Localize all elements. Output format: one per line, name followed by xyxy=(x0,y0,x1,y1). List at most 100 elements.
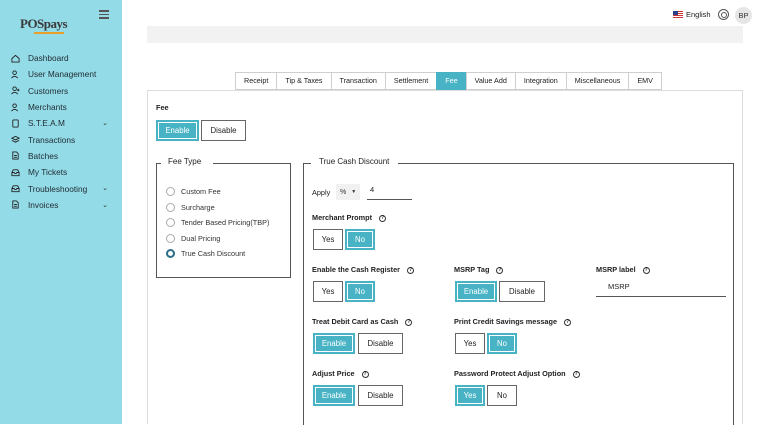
chevron-down-icon: ⌄ xyxy=(102,120,108,128)
adjust-price-enable-button[interactable]: Enable xyxy=(313,385,355,406)
settings-tabs: Receipt Tip & Taxes Transaction Settleme… xyxy=(235,72,662,90)
user-plus-icon xyxy=(11,86,20,95)
radio-button[interactable] xyxy=(166,187,175,196)
password-protect-label: Password Protect Adjust Option? xyxy=(454,369,580,378)
apply-unit-value: % xyxy=(340,188,347,196)
apply-value-input[interactable]: 4 xyxy=(367,185,412,200)
sidebar-item-transactions[interactable]: Transactions xyxy=(0,131,122,147)
sidebar-item-my-tickets[interactable]: My Tickets xyxy=(0,164,122,180)
true-cash-discount-legend: True Cash Discount xyxy=(316,157,393,166)
merchant-prompt-yes-button[interactable]: Yes xyxy=(313,229,343,250)
print-credit-no-button[interactable]: No xyxy=(487,333,517,354)
help-icon[interactable]: ? xyxy=(564,318,572,326)
hamburger-menu-icon[interactable] xyxy=(99,10,109,19)
sidebar-item-label: S.T.E.A.M xyxy=(28,118,65,129)
tab-transaction[interactable]: Transaction xyxy=(330,72,385,90)
tab-receipt[interactable]: Receipt xyxy=(235,72,277,90)
header-strip xyxy=(147,26,743,43)
sidebar-item-label: Dashboard xyxy=(28,53,69,64)
logo-text: POSpays xyxy=(20,16,68,31)
tab-tip-taxes[interactable]: Tip & Taxes xyxy=(276,72,331,90)
msrp-tag-enable-button[interactable]: Enable xyxy=(455,281,497,302)
tab-settlement[interactable]: Settlement xyxy=(384,72,437,90)
merchant-prompt-no-button[interactable]: No xyxy=(345,229,375,250)
tablet-icon xyxy=(12,119,19,128)
radio-button[interactable] xyxy=(166,218,175,227)
treat-debit-disable-button[interactable]: Disable xyxy=(358,333,403,354)
sidebar-item-steam[interactable]: S.T.E.A.M ⌄ xyxy=(0,115,122,131)
sidebar-item-label: User Management xyxy=(28,69,97,80)
caret-down-icon: ▼ xyxy=(351,189,357,195)
users-icon xyxy=(11,70,19,79)
msrp-tag-disable-button[interactable]: Disable xyxy=(499,281,545,302)
radio-tbp[interactable]: Tender Based Pricing(TBP) xyxy=(166,218,269,227)
sidebar-item-label: Customers xyxy=(28,85,69,96)
tab-miscellaneous[interactable]: Miscellaneous xyxy=(565,72,629,90)
treat-debit-enable-button[interactable]: Enable xyxy=(313,333,355,354)
sidebar-item-label: Transactions xyxy=(28,134,76,145)
password-protect-yes-button[interactable]: Yes xyxy=(455,385,485,406)
radio-custom-fee[interactable]: Custom Fee xyxy=(166,187,221,196)
radio-surcharge[interactable]: Surcharge xyxy=(166,203,215,212)
help-icon[interactable]: ? xyxy=(407,266,414,274)
fee-title: Fee xyxy=(156,103,169,112)
sidebar-item-troubleshooting[interactable]: Troubleshooting ⌄ xyxy=(0,180,122,196)
tab-fee[interactable]: Fee xyxy=(436,72,466,90)
pospays-logo[interactable]: POSpays xyxy=(10,10,80,36)
merchant-prompt-label: Merchant Prompt? xyxy=(312,213,387,222)
fee-type-legend: Fee Type xyxy=(165,157,205,166)
sidebar-item-label: Invoices xyxy=(28,199,59,210)
help-icon[interactable]: ? xyxy=(405,318,413,326)
radio-label: Dual Pricing xyxy=(181,234,221,243)
chevron-down-icon: ⌄ xyxy=(102,201,108,209)
sidebar: POSpays Dashboard User Management Custom… xyxy=(0,0,122,424)
radio-dual-pricing[interactable]: Dual Pricing xyxy=(166,234,220,243)
language-selector[interactable]: English xyxy=(673,10,711,19)
password-protect-no-button[interactable]: No xyxy=(487,385,517,406)
help-icon[interactable]: ? xyxy=(642,266,650,274)
help-icon[interactable]: ? xyxy=(496,266,504,274)
fee-enable-button[interactable]: Enable xyxy=(156,120,199,141)
radio-label: True Cash Discount xyxy=(181,249,246,258)
tab-value-add[interactable]: Value Add xyxy=(465,72,515,90)
chevron-down-icon: ⌄ xyxy=(102,185,108,193)
sidebar-item-label: Troubleshooting xyxy=(28,183,88,194)
adjust-price-label: Adjust Price? xyxy=(312,369,369,378)
tab-integration[interactable]: Integration xyxy=(514,72,566,90)
sidebar-item-label: Batches xyxy=(28,150,58,161)
radio-label: Surcharge xyxy=(181,203,215,212)
cash-register-no-button[interactable]: No xyxy=(345,281,375,302)
radio-true-cash-discount[interactable]: True Cash Discount xyxy=(166,249,245,258)
help-icon[interactable]: ? xyxy=(379,214,387,222)
radio-label: Custom Fee xyxy=(181,187,221,196)
help-icon[interactable]: ? xyxy=(572,370,580,378)
language-label: English xyxy=(686,10,711,19)
print-credit-yes-button[interactable]: Yes xyxy=(455,333,485,354)
msrp-label-label: MSRP label? xyxy=(596,265,650,274)
cash-register-yes-button[interactable]: Yes xyxy=(313,281,343,302)
apply-unit-select[interactable]: % ▼ xyxy=(336,184,360,200)
sidebar-item-merchants[interactable]: Merchants xyxy=(0,99,122,115)
sidebar-item-invoices[interactable]: Invoices ⌄ xyxy=(0,197,122,213)
gear-icon[interactable] xyxy=(718,9,729,20)
radio-button-selected[interactable] xyxy=(166,249,175,258)
sidebar-item-batches[interactable]: Batches xyxy=(0,148,122,164)
fee-type-fieldset: Fee Type Custom Fee Surcharge Tender Bas… xyxy=(156,157,291,278)
sidebar-item-customers[interactable]: Customers xyxy=(0,83,122,99)
sidebar-item-user-management[interactable]: User Management xyxy=(0,66,122,82)
tab-emv[interactable]: EMV xyxy=(628,72,662,90)
radio-button[interactable] xyxy=(166,234,175,243)
avatar[interactable]: BP xyxy=(735,7,752,24)
adjust-price-disable-button[interactable]: Disable xyxy=(358,385,403,406)
radio-label: Tender Based Pricing(TBP) xyxy=(181,218,270,227)
help-icon[interactable]: ? xyxy=(361,370,369,378)
msrp-tag-label: MSRP Tag? xyxy=(454,265,504,274)
msrp-label-input[interactable]: MSRP xyxy=(596,282,726,297)
document-icon xyxy=(12,200,19,209)
enable-cash-register-label: Enable the Cash Register? xyxy=(312,265,414,274)
sidebar-item-dashboard[interactable]: Dashboard xyxy=(0,50,122,66)
radio-button[interactable] xyxy=(166,203,175,212)
home-icon xyxy=(11,54,20,63)
apply-label: Apply xyxy=(312,188,331,197)
fee-disable-button[interactable]: Disable xyxy=(201,120,246,141)
